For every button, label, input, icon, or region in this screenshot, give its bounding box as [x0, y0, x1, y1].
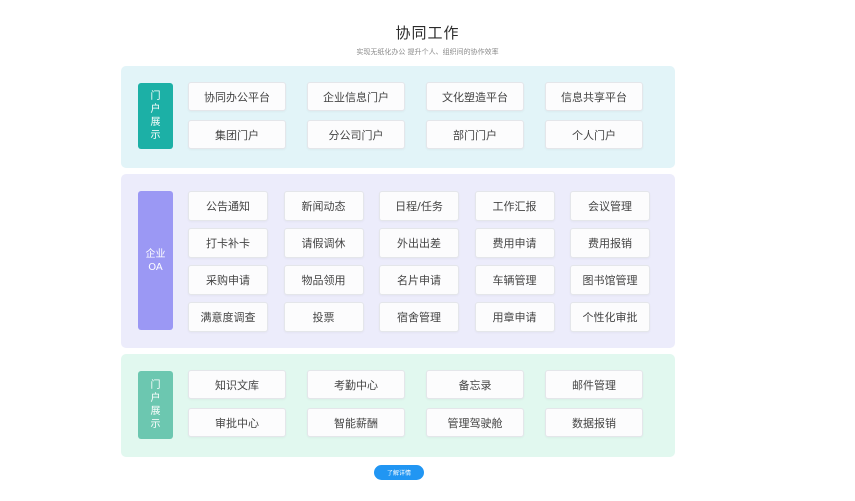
- tools-item-button[interactable]: 管理驾驶舱: [426, 408, 524, 437]
- portal-item-button[interactable]: 协同办公平台: [188, 82, 286, 111]
- oa-item-button[interactable]: 物品领用: [283, 265, 364, 295]
- portal-item-button[interactable]: 部门门户: [426, 120, 524, 149]
- oa-item-button[interactable]: 满意度调查: [188, 302, 268, 332]
- portal-grid: 协同办公平台 企业信息门户 文化塑造平台 信息共享平台 集团门户 分公司门户 部…: [188, 82, 643, 149]
- oa-item-button[interactable]: 会议管理: [570, 191, 650, 221]
- oa-item-button[interactable]: 请假调休: [283, 228, 364, 258]
- oa-side-label: 企业 OA: [138, 191, 173, 330]
- portal-item-button[interactable]: 集团门户: [188, 120, 286, 149]
- oa-item-button[interactable]: 费用报销: [570, 228, 650, 258]
- oa-item-button[interactable]: 个性化审批: [570, 302, 650, 332]
- tools-side-label: 门户展示: [138, 371, 173, 439]
- oa-item-button[interactable]: 打卡补卡: [188, 228, 268, 258]
- oa-item-button[interactable]: 日程/任务: [379, 191, 459, 221]
- oa-item-button[interactable]: 费用申请: [474, 228, 555, 258]
- oa-item-button[interactable]: 公告通知: [188, 191, 268, 221]
- portal-item-button[interactable]: 个人门户: [545, 120, 643, 149]
- oa-item-button[interactable]: 宿舍管理: [379, 302, 459, 332]
- portal-item-button[interactable]: 分公司门户: [307, 120, 405, 149]
- oa-item-button[interactable]: 新闻动态: [283, 191, 364, 221]
- tools-item-button[interactable]: 智能薪酬: [307, 408, 405, 437]
- tools-panel: 门户展示 知识文库 考勤中心 备忘录 邮件管理 审批中心 智能薪酬 管理驾驶舱 …: [121, 354, 675, 457]
- oa-item-button[interactable]: 工作汇报: [474, 191, 555, 221]
- oa-item-button[interactable]: 用章申请: [474, 302, 555, 332]
- tools-item-button[interactable]: 邮件管理: [545, 370, 643, 399]
- tools-item-button[interactable]: 考勤中心: [307, 370, 405, 399]
- learn-more-button[interactable]: 了解详情: [374, 465, 424, 480]
- oa-item-button[interactable]: 外出出差: [379, 228, 459, 258]
- portal-item-button[interactable]: 信息共享平台: [545, 82, 643, 111]
- tools-item-button[interactable]: 数据报销: [545, 408, 643, 437]
- portal-item-button[interactable]: 企业信息门户: [307, 82, 405, 111]
- oa-item-button[interactable]: 投票: [283, 302, 364, 332]
- tools-item-button[interactable]: 备忘录: [426, 370, 524, 399]
- portal-panel: 门户展示 协同办公平台 企业信息门户 文化塑造平台 信息共享平台 集团门户 分公…: [121, 66, 675, 168]
- oa-panel: 企业 OA 公告通知 新闻动态 日程/任务 工作汇报 会议管理 打卡补卡 请假调…: [121, 174, 675, 348]
- page-title: 协同工作: [395, 24, 460, 42]
- tools-item-button[interactable]: 知识文库: [188, 370, 286, 399]
- tools-item-button[interactable]: 审批中心: [188, 408, 286, 437]
- portal-item-button[interactable]: 文化塑造平台: [426, 82, 524, 111]
- page-subtitle: 实现无纸化办公 提升个人、组织间的协作效率: [356, 48, 499, 56]
- oa-item-button[interactable]: 名片申请: [379, 265, 459, 295]
- oa-grid: 公告通知 新闻动态 日程/任务 工作汇报 会议管理 打卡补卡 请假调休 外出出差…: [188, 191, 650, 332]
- oa-item-button[interactable]: 车辆管理: [474, 265, 555, 295]
- portal-side-label: 门户展示: [138, 83, 173, 149]
- oa-item-button[interactable]: 图书馆管理: [570, 265, 650, 295]
- oa-item-button[interactable]: 采购申请: [188, 265, 268, 295]
- tools-grid: 知识文库 考勤中心 备忘录 邮件管理 审批中心 智能薪酬 管理驾驶舱 数据报销: [188, 370, 643, 437]
